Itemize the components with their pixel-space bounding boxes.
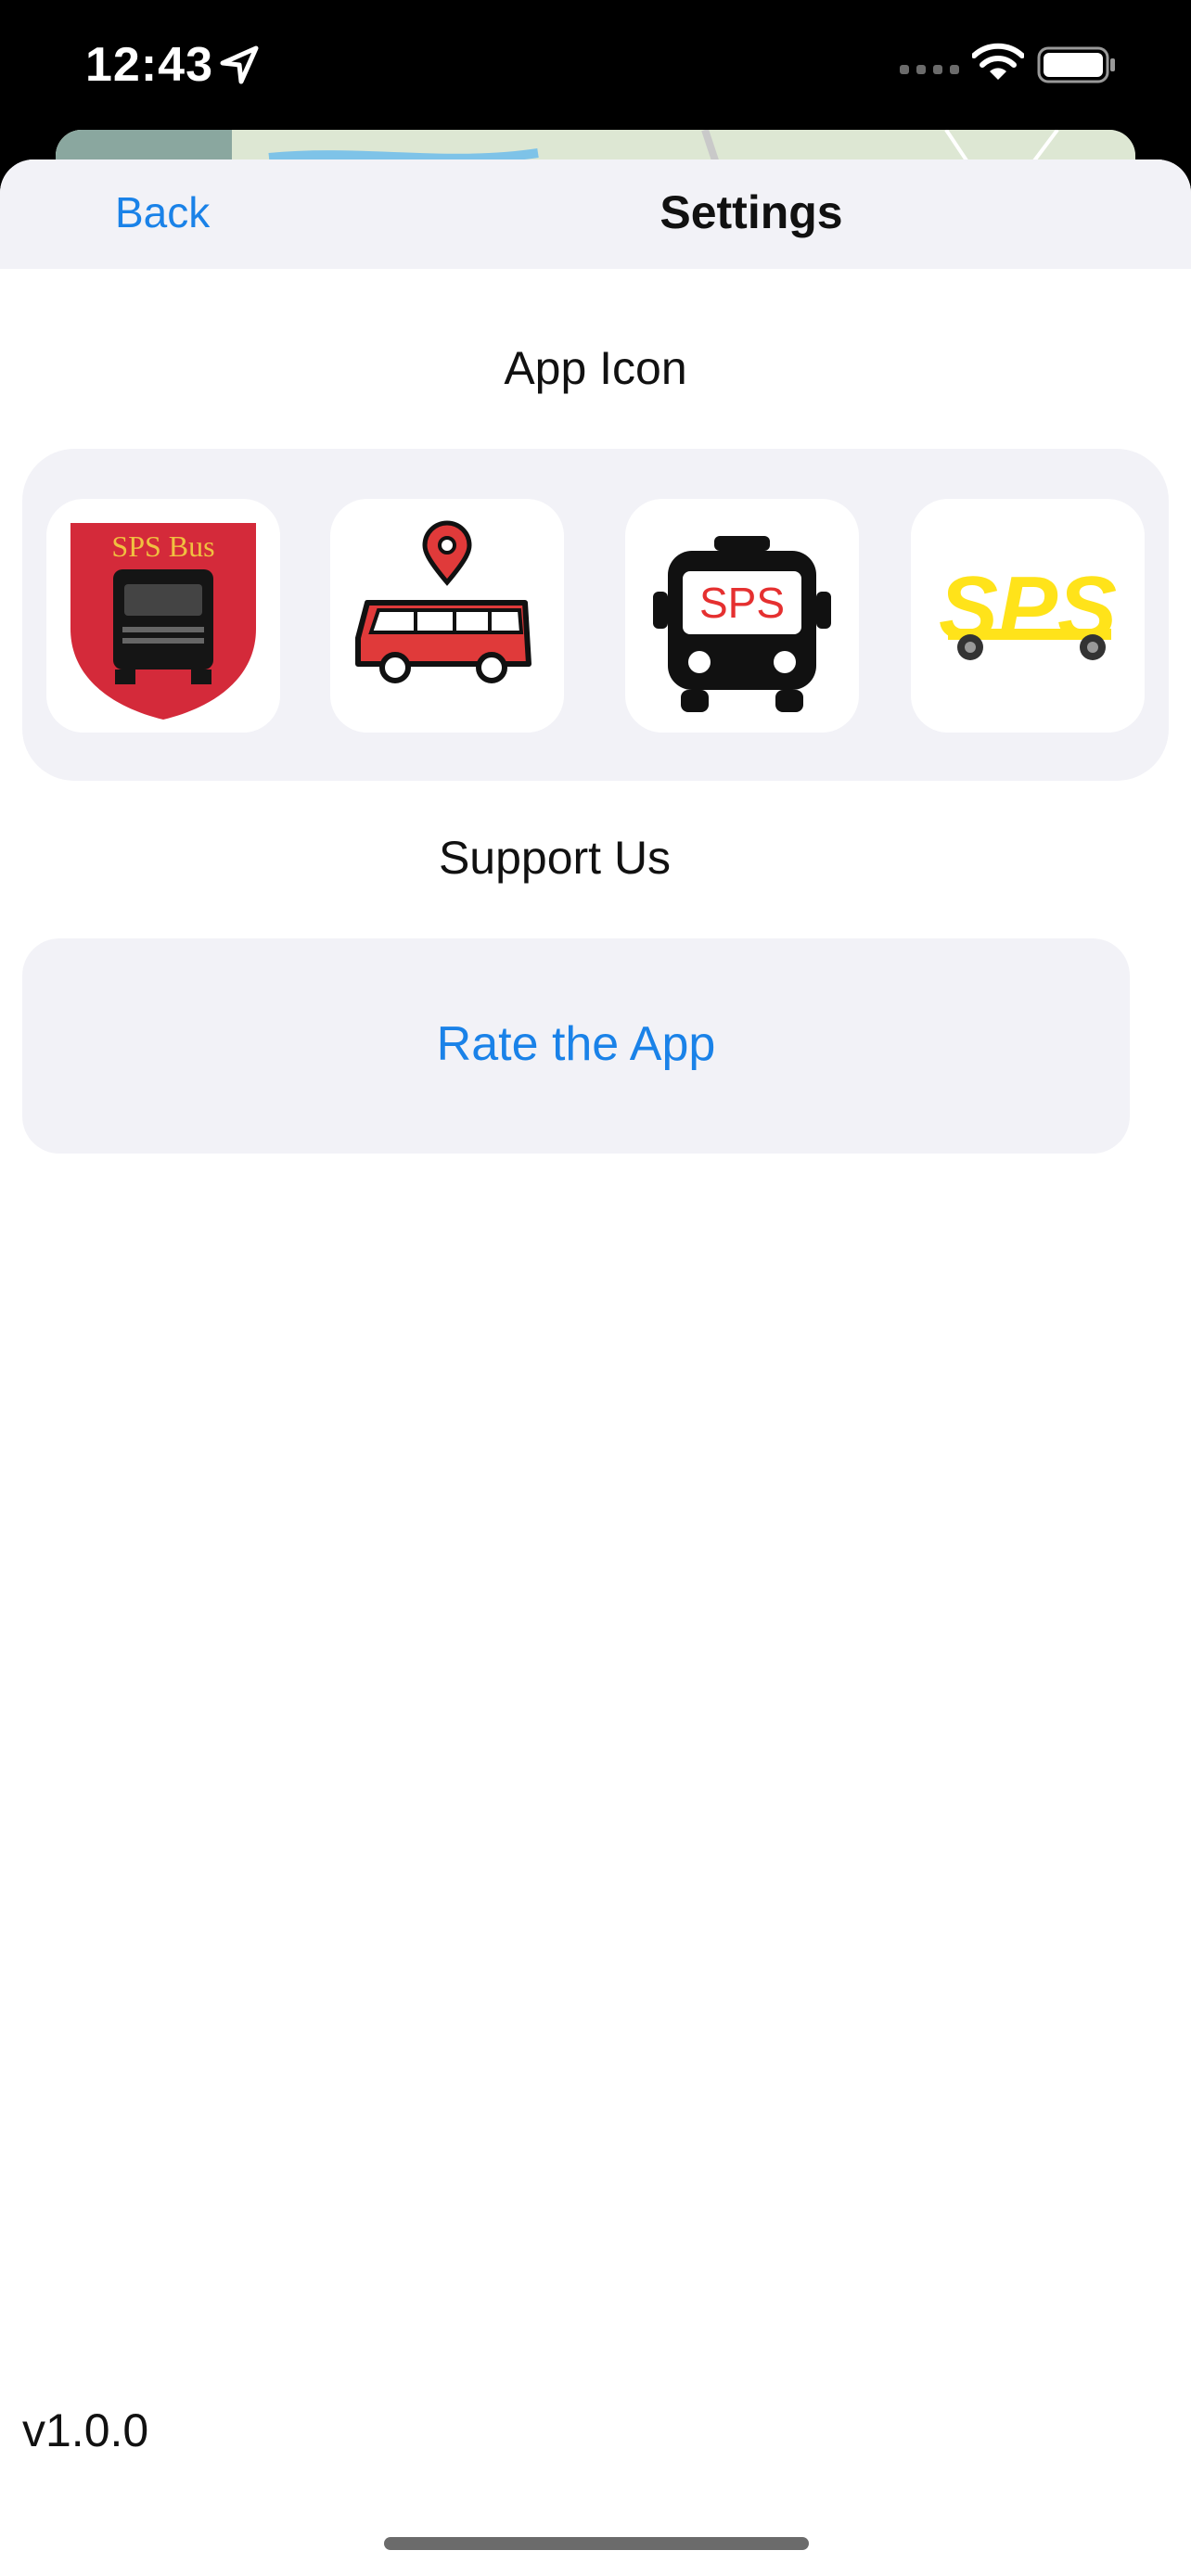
wifi-icon (972, 43, 1024, 80)
home-indicator[interactable] (384, 2537, 809, 2550)
red-bus-pin-icon (355, 520, 531, 683)
app-icon-option-yellow-sps[interactable]: SPS (911, 499, 1145, 733)
settings-sheet: Back Settings App Icon SPS Bus SPS SPS S… (0, 159, 1191, 2576)
app-icon-option-bus-pin[interactable] (330, 499, 564, 733)
navigation-bar: Back Settings (0, 159, 1191, 269)
rate-app-label: Rate the App (436, 1017, 716, 1071)
rate-app-button[interactable]: Rate the App (22, 938, 1130, 1154)
shield-icon-text: SPS Bus (111, 529, 214, 563)
location-arrow-icon (220, 45, 259, 84)
status-time: 12:43 (85, 38, 213, 92)
app-icon-section-title: App Icon (504, 342, 687, 394)
battery-icon (1037, 46, 1115, 83)
page-title: Settings (660, 186, 843, 238)
app-icon-option-black-bus[interactable]: SPS (625, 499, 859, 733)
app-icon-option-shield[interactable]: SPS Bus (46, 499, 280, 733)
version-label: v1.0.0 (22, 2404, 149, 2456)
app-icon-picker: SPS Bus SPS SPS (22, 449, 1169, 781)
black-bus-icon-text: SPS (699, 579, 785, 627)
status-bar: 12:43 (0, 0, 1191, 148)
cellular-signal-icon (900, 65, 959, 74)
yellow-sps-car-icon: SPS (939, 558, 1117, 660)
shield-bus-icon: SPS Bus (70, 523, 256, 720)
black-bus-sps-icon: SPS (653, 536, 831, 712)
support-section-title: Support Us (438, 832, 672, 884)
